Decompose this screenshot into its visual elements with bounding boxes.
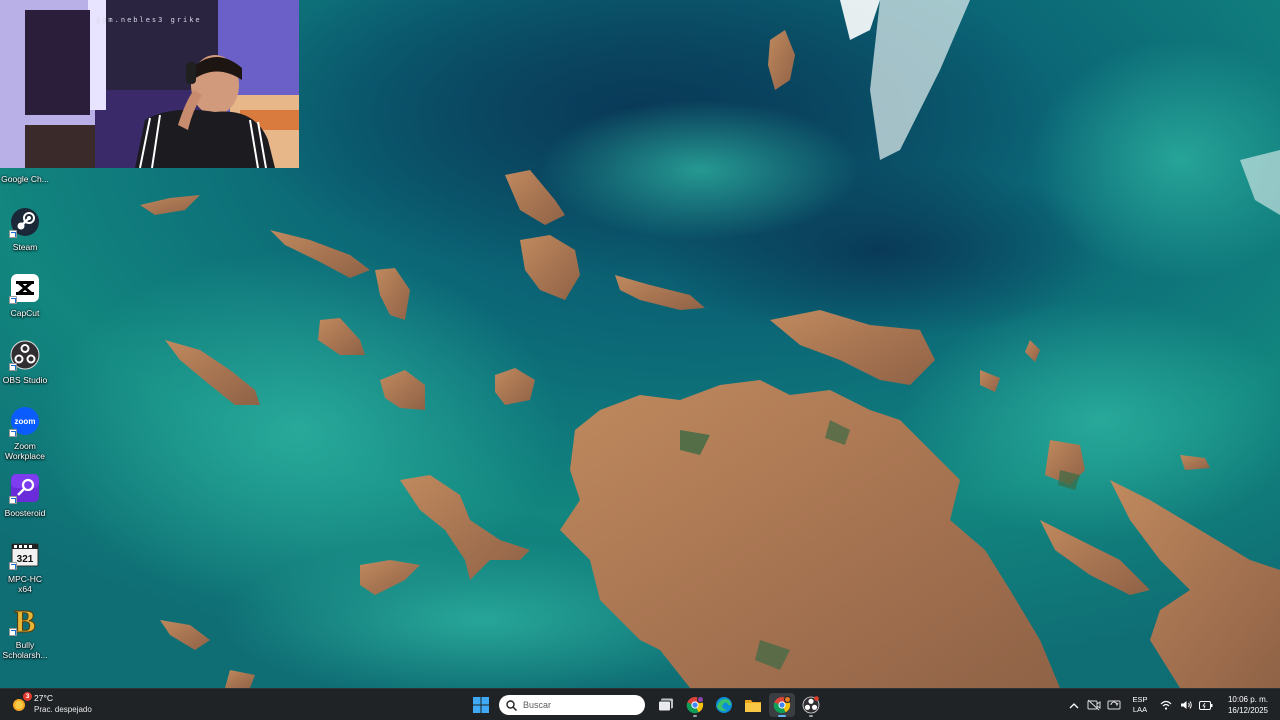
- weather-condition: Prac. despejado: [34, 705, 92, 714]
- desktop-icon-label: Zoom Workplace: [5, 441, 45, 461]
- shortcut-arrow-icon: [9, 496, 17, 504]
- desktop-icon-steam[interactable]: Steam: [0, 206, 50, 252]
- boosteroid-icon: [9, 472, 41, 504]
- shortcut-arrow-icon: [9, 562, 17, 570]
- language-line2: LAA: [1132, 705, 1148, 714]
- desktop-icon-label: CapCut: [10, 308, 40, 318]
- search-icon: [506, 699, 517, 711]
- zoom-logo-text: zoom: [15, 417, 36, 426]
- desktop-icon-label: OBS Studio: [2, 375, 48, 385]
- search-placeholder: Buscar: [523, 700, 552, 710]
- task-view-button[interactable]: [653, 693, 679, 717]
- shortcut-arrow-icon: [9, 230, 17, 238]
- obs-icon: [9, 339, 41, 371]
- taskbar-obs[interactable]: [798, 693, 824, 717]
- shortcut-arrow-icon: [9, 296, 17, 304]
- show-desktop-button[interactable]: [1272, 689, 1280, 720]
- language-line1: ESP: [1132, 695, 1148, 704]
- weather-badge: 3: [23, 692, 32, 701]
- webcam-overlay: ggm.nebles3 grike: [0, 0, 299, 168]
- zoom-icon: zoom: [9, 405, 41, 437]
- microsoft-edge-icon: [715, 697, 732, 713]
- shortcut-arrow-icon: [9, 429, 17, 437]
- desktop-icon-label: Bully Scholarsh...: [2, 640, 48, 660]
- desktop-icon-mpc-hc[interactable]: 321 MPC-HC x64: [0, 538, 50, 594]
- capcut-icon: [9, 272, 41, 304]
- clock-time: 10:06 p. m.: [1227, 695, 1268, 704]
- desktop-icon-label: Boosteroid: [4, 508, 46, 518]
- bully-logo-text: B: [14, 604, 35, 636]
- sync-icon: [1107, 700, 1121, 710]
- google-chrome-icon: [9, 150, 41, 170]
- desktop-icon-capcut[interactable]: CapCut: [0, 272, 50, 318]
- taskbar-clock[interactable]: 10:06 p. m. 16/12/2025: [1216, 694, 1272, 716]
- weather-sun-icon: 3: [10, 692, 32, 714]
- system-tray: ESP LAA 10:06 p. m. 16/12/2025: [1064, 689, 1280, 720]
- shortcut-arrow-icon: [9, 363, 17, 371]
- mpc-hc-icon: 321: [9, 538, 41, 570]
- desktop-icon-google-chrome[interactable]: Google Ch...: [0, 150, 50, 184]
- clock-date: 16/12/2025: [1227, 706, 1268, 715]
- taskbar-edge[interactable]: [711, 693, 737, 717]
- desktop-icon-boosteroid[interactable]: Boosteroid: [0, 472, 50, 518]
- google-chrome-icon: [773, 696, 791, 714]
- taskbar-search-box[interactable]: Buscar: [499, 695, 645, 715]
- bully-icon: B: [9, 604, 41, 636]
- wifi-icon: [1160, 700, 1172, 710]
- tray-notifications-off[interactable]: [1084, 693, 1104, 717]
- google-chrome-icon: [686, 696, 704, 714]
- tray-wifi[interactable]: [1156, 693, 1176, 717]
- desktop-icon-zoom-workplace[interactable]: zoom Zoom Workplace: [0, 405, 50, 461]
- folder-icon: [744, 699, 761, 712]
- desktop-icon-bully[interactable]: B Bully Scholarsh...: [0, 604, 50, 660]
- tray-battery[interactable]: [1196, 693, 1216, 717]
- tray-volume[interactable]: [1176, 693, 1196, 717]
- desktop-icon-label: Steam: [12, 242, 38, 252]
- weather-temperature: 27°C: [34, 693, 53, 703]
- task-view-icon: [657, 698, 673, 712]
- start-button[interactable]: [468, 693, 494, 717]
- weather-widget[interactable]: 3 27°C Prac. despejado: [10, 692, 92, 715]
- taskbar-chrome-active[interactable]: [768, 693, 795, 717]
- obs-icon: [802, 696, 819, 714]
- camera-off-icon: [1087, 699, 1101, 711]
- mpc-hc-logo-text: 321: [17, 554, 34, 565]
- webcam-caption: ggm.nebles3 grike: [96, 16, 202, 24]
- steam-icon: [9, 206, 41, 238]
- taskbar: 3 27°C Prac. despejado Buscar ESP LAA 10…: [0, 688, 1280, 720]
- show-hidden-icons-button[interactable]: [1064, 693, 1084, 717]
- webcam-feed-image: [0, 0, 299, 168]
- desktop-icon-obs-studio[interactable]: OBS Studio: [0, 339, 50, 385]
- taskbar-chrome-profile[interactable]: [682, 693, 708, 717]
- battery-icon: [1199, 700, 1213, 710]
- shortcut-arrow-icon: [9, 628, 17, 636]
- windows-logo-icon: [472, 697, 489, 713]
- chevron-up-icon: [1069, 702, 1079, 708]
- language-indicator[interactable]: ESP LAA: [1124, 693, 1156, 717]
- speaker-icon: [1180, 701, 1192, 709]
- desktop-icon-label: Google Ch...: [1, 174, 49, 184]
- desktop-icon-label: MPC-HC x64: [8, 574, 42, 594]
- tray-sync[interactable]: [1104, 693, 1124, 717]
- taskbar-center: Buscar: [466, 693, 825, 717]
- taskbar-file-explorer[interactable]: [740, 693, 766, 717]
